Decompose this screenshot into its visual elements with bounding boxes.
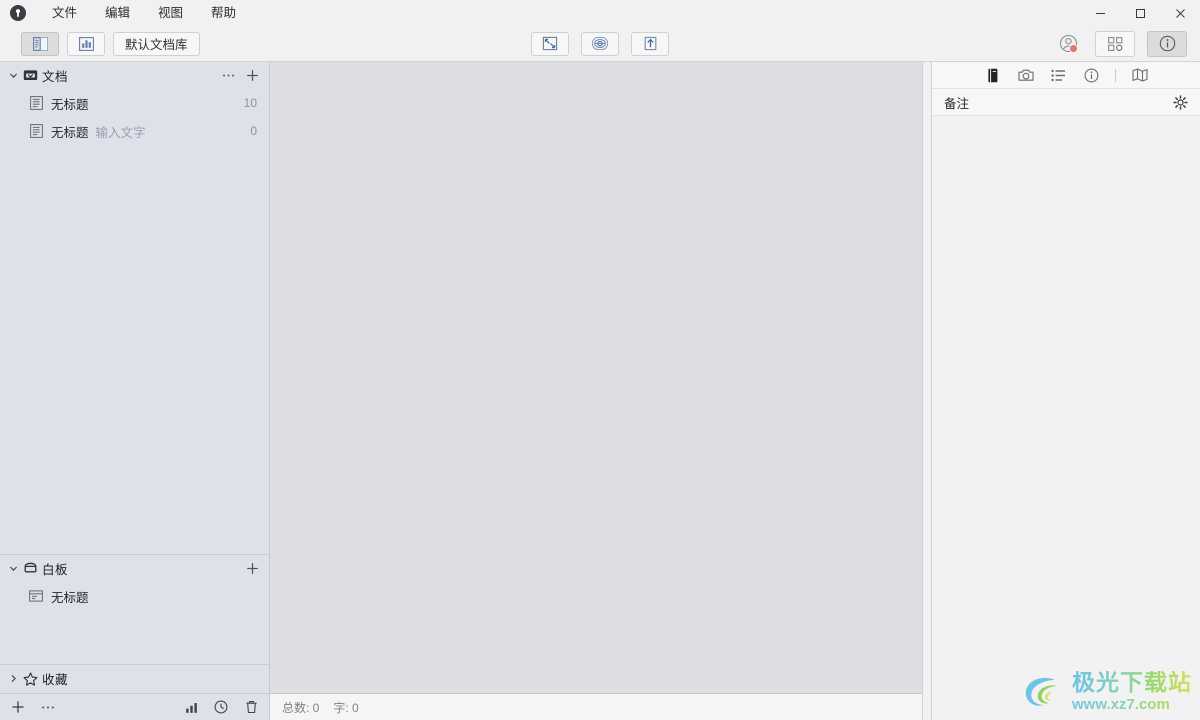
main-toolbar: 默认文档库 [0, 26, 1200, 62]
export-button[interactable] [631, 31, 669, 56]
sidebar-footer-right [183, 699, 259, 715]
star-icon [20, 671, 40, 686]
tab-outline[interactable] [1042, 63, 1075, 87]
upload-arrow-icon [644, 36, 656, 51]
right-panel-header: 备注 [932, 89, 1200, 116]
document-item-count: 10 [243, 96, 257, 110]
sidebar-section-header-favorites[interactable]: 收藏 [0, 665, 269, 692]
sidebar-footer-left [10, 699, 56, 715]
trash-button[interactable] [243, 699, 259, 715]
right-panel: 备注 [931, 62, 1200, 720]
app-logo-icon [10, 5, 26, 21]
close-button[interactable] [1160, 0, 1200, 26]
chevron-down-icon[interactable] [6, 564, 20, 573]
toolbar-left-group: 默认文档库 [21, 31, 200, 56]
main-body: 文档 无标题 10 无标题 输入文字 0 白板 无标题 收藏 总数: 0 字: … [0, 62, 1200, 720]
document-item[interactable]: 无标题 10 [0, 89, 269, 117]
info-button[interactable] [1147, 30, 1187, 57]
statistics-button[interactable] [183, 699, 199, 715]
status-total-count: 总数: 0 [282, 700, 320, 715]
toolbar-right-group [1053, 30, 1187, 57]
apps-grid-button[interactable] [1095, 30, 1135, 57]
gear-icon[interactable] [1173, 94, 1188, 110]
inbox-icon [20, 69, 40, 82]
info-circle-icon [1084, 68, 1099, 82]
document-item[interactable]: 无标题 输入文字 0 [0, 117, 269, 145]
tabs-divider [1115, 68, 1116, 82]
expand-arrows-icon [542, 36, 558, 51]
camera-icon [1017, 69, 1034, 81]
book-icon [987, 68, 997, 82]
document-item-title: 无标题 [51, 97, 89, 112]
whiteboard-item-title: 无标题 [51, 590, 89, 605]
toggle-sidebar-button[interactable] [21, 31, 59, 56]
tab-notes[interactable] [976, 63, 1009, 87]
editor-status-bar: 总数: 0 字: 0 [270, 694, 922, 720]
toggle-outline-button[interactable] [67, 31, 105, 56]
toolbar-center-group [531, 31, 669, 56]
sidebar-section-whiteboard: 白板 无标题 [0, 555, 269, 665]
right-panel-title: 备注 [944, 96, 970, 111]
tab-info[interactable] [1075, 63, 1108, 87]
sidebar-section-title-documents: 文档 [42, 70, 69, 84]
title-bar: 文件 编辑 视图 帮助 [0, 0, 1200, 26]
sidebar-section-header-whiteboard[interactable]: 白板 [0, 555, 269, 582]
sidebar-section-actions-documents [221, 68, 259, 84]
maximize-button[interactable] [1120, 0, 1160, 26]
add-document-button[interactable] [245, 68, 259, 84]
whiteboard-item[interactable]: 无标题 [0, 582, 269, 610]
chevron-down-icon[interactable] [6, 71, 20, 80]
menu-view[interactable]: 视图 [144, 2, 197, 24]
right-panel-content[interactable] [932, 116, 1200, 720]
menu-bar: 文件 编辑 视图 帮助 [38, 2, 250, 24]
document-icon [26, 124, 46, 138]
add-item-button[interactable] [10, 699, 26, 715]
document-icon [26, 96, 46, 110]
minimize-button[interactable] [1080, 0, 1120, 26]
sidebar-section-title-whiteboard: 白板 [42, 563, 69, 577]
add-whiteboard-button[interactable] [245, 561, 259, 577]
whiteboard-item-icon [26, 590, 46, 602]
document-item-title: 无标题 [51, 125, 89, 140]
eye-target-icon [591, 36, 609, 51]
sidebar-section-documents: 文档 无标题 10 无标题 输入文字 0 [0, 62, 269, 555]
sidebar: 文档 无标题 10 无标题 输入文字 0 白板 无标题 收藏 [0, 62, 270, 720]
menu-file[interactable]: 文件 [38, 2, 91, 24]
sidebar-section-favorites: 收藏 [0, 665, 269, 694]
right-panel-tabs [932, 62, 1200, 89]
menu-edit[interactable]: 编辑 [91, 2, 144, 24]
sidebar-section-title-favorites: 收藏 [42, 673, 69, 687]
chevron-right-icon[interactable] [6, 674, 20, 683]
editor-area: 总数: 0 字: 0 [270, 62, 922, 720]
window-controls [1080, 0, 1200, 26]
grid-apps-icon [1107, 36, 1122, 51]
history-button[interactable] [213, 699, 229, 715]
account-button[interactable] [1053, 31, 1083, 57]
document-item-subtitle: 输入文字 [95, 125, 146, 140]
sidebar-footer [0, 694, 269, 720]
focus-mode-button[interactable] [531, 31, 569, 56]
more-options-button[interactable] [221, 68, 235, 84]
application-window: 文件 编辑 视图 帮助 默认文档库 文档 无标题 10 无标题 输入文字 0 白… [0, 0, 1200, 720]
document-item-count: 0 [250, 124, 257, 138]
typewriter-mode-button[interactable] [581, 31, 619, 56]
sidebar-section-header-documents[interactable]: 文档 [0, 62, 269, 89]
more-menu-button[interactable] [40, 699, 56, 715]
sidebar-section-actions-whiteboard [245, 561, 259, 577]
editor-canvas[interactable] [270, 62, 922, 694]
tab-map[interactable] [1123, 63, 1156, 87]
status-word-count: 字: 0 [333, 700, 359, 715]
menu-help[interactable]: 帮助 [197, 2, 250, 24]
tab-snapshot[interactable] [1009, 63, 1042, 87]
notification-badge [1069, 43, 1078, 53]
list-icon [1051, 69, 1065, 81]
whiteboard-box-icon [20, 562, 40, 575]
document-library-button[interactable]: 默认文档库 [113, 31, 200, 56]
editor-scrollbar[interactable] [922, 62, 931, 720]
info-circle-icon [1159, 35, 1175, 52]
map-icon [1131, 68, 1148, 82]
